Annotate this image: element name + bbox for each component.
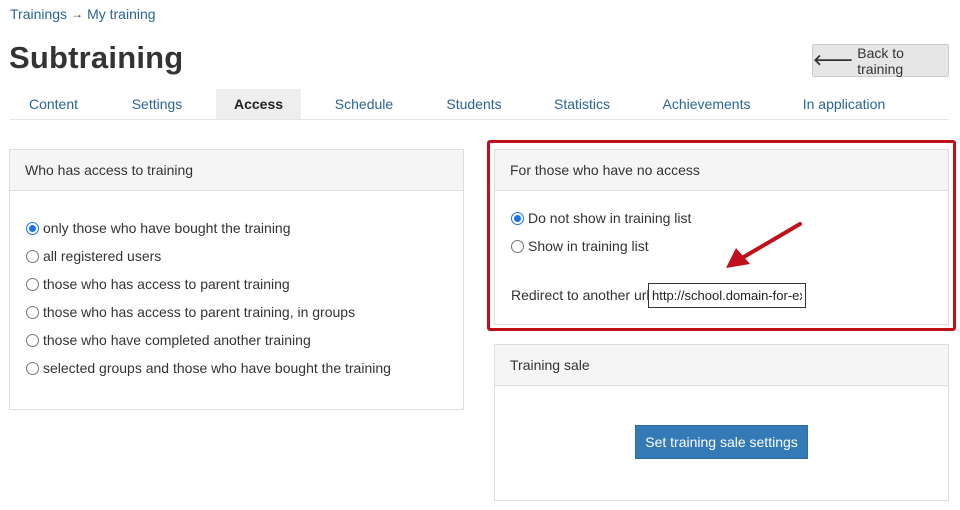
annotation-arrow-icon — [726, 222, 802, 268]
access-option-label: only those who have bought the training — [43, 220, 291, 236]
radio-button-checked[interactable] — [26, 221, 39, 235]
access-option-parent-groups[interactable]: those who has access to parent training,… — [26, 304, 355, 320]
access-option-bought[interactable]: only those who have bought the training — [26, 220, 291, 236]
radio-button[interactable] — [26, 333, 39, 347]
tab-settings[interactable]: Settings — [114, 89, 200, 119]
access-option-registered[interactable]: all registered users — [26, 248, 161, 264]
tab-in-application[interactable]: In application — [787, 89, 901, 119]
access-option-completed-another[interactable]: those who have completed another trainin… — [26, 332, 311, 348]
back-button-label: Back to training — [857, 44, 904, 77]
access-option-label: those who has access to parent training,… — [43, 304, 356, 320]
breadcrumb: Trainings → My training — [10, 6, 156, 22]
set-training-sale-settings-button[interactable]: Set training sale settings — [635, 425, 808, 459]
radio-button[interactable] — [26, 361, 39, 375]
arrow-left-icon: 🡐 — [813, 52, 854, 69]
tab-bar: Content Settings Access Schedule Student… — [10, 89, 949, 120]
access-option-label: selected groups and those who have bough… — [43, 360, 391, 376]
tab-statistics[interactable]: Statistics — [536, 89, 628, 119]
access-option-parent[interactable]: those who has access to parent training — [26, 276, 290, 292]
access-panel-title: Who has access to training — [10, 150, 463, 191]
training-sale-panel: Training sale Set training sale settings — [494, 344, 949, 501]
access-option-selected-groups[interactable]: selected groups and those who have bough… — [26, 360, 391, 376]
training-sale-panel-title: Training sale — [495, 345, 948, 386]
access-option-label: those who have completed another trainin… — [43, 332, 311, 348]
radio-button[interactable] — [26, 249, 39, 263]
back-to-training-button[interactable]: 🡐 Back to training — [812, 44, 949, 77]
breadcrumb-link-my-training[interactable]: My training — [87, 6, 155, 22]
page-title: Subtraining — [9, 40, 184, 75]
tab-content[interactable]: Content — [10, 89, 97, 119]
breadcrumb-link-trainings[interactable]: Trainings — [10, 6, 67, 22]
access-option-label: those who has access to parent training — [43, 276, 290, 292]
radio-button[interactable] — [26, 305, 39, 319]
tab-schedule[interactable]: Schedule — [318, 89, 410, 119]
tab-access[interactable]: Access — [216, 89, 301, 119]
access-panel: Who has access to training only those wh… — [9, 149, 464, 410]
access-option-label: all registered users — [43, 248, 162, 264]
radio-button[interactable] — [26, 277, 39, 291]
breadcrumb-separator: → — [71, 7, 84, 21]
tab-achievements[interactable]: Achievements — [648, 89, 765, 119]
tab-students[interactable]: Students — [431, 89, 517, 119]
